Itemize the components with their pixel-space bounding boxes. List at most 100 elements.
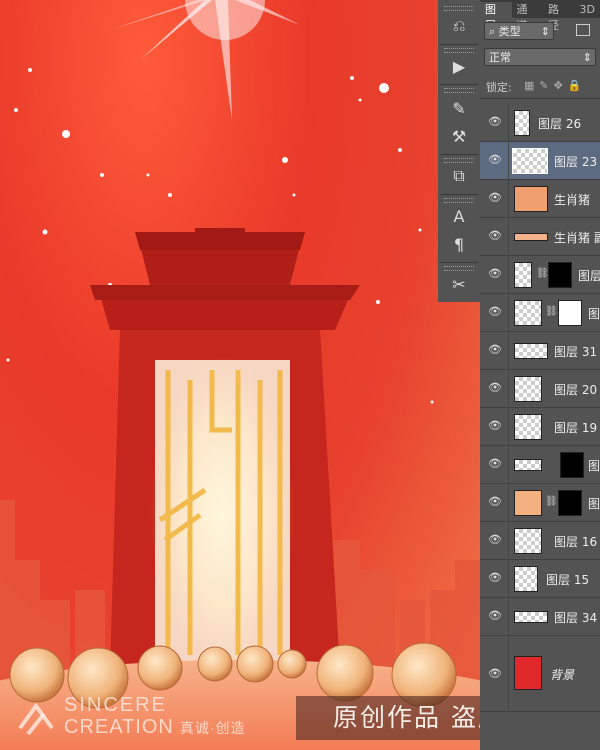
brush-presets-icon[interactable]: ✎ [443, 94, 475, 122]
eye-icon[interactable]: 👁 [488, 268, 502, 280]
layer-thumbnail [512, 148, 548, 174]
eye-icon[interactable]: 👁 [488, 382, 502, 394]
star-burst [110, 0, 300, 120]
panel-grip[interactable] [444, 6, 474, 11]
layer-row[interactable]: 👁 生肖猪 [480, 180, 600, 218]
tab-paths[interactable]: 路径 [543, 2, 575, 32]
tools-panel: ⎌ ▶ ✎ ⚒ ⧉ A ¶ ✂ [438, 0, 481, 302]
layer-row[interactable]: 👁 图层 15 [480, 560, 600, 598]
layer-thumbnail [514, 110, 530, 136]
panel-grip[interactable] [444, 88, 474, 93]
layer-name: 背景 [550, 668, 575, 682]
copyright-banner: 原创作品 盗版必究 [296, 696, 480, 740]
character-icon[interactable]: A [443, 202, 475, 230]
artwork-illustration [0, 0, 480, 750]
blend-row: 正常 ⇕ [484, 48, 596, 68]
eye-icon[interactable]: 👁 [488, 496, 502, 508]
divider [440, 194, 478, 195]
layer-name: 图层 [578, 269, 600, 283]
eye-icon[interactable]: 👁 [488, 610, 502, 622]
layer-thumbnail [514, 611, 548, 623]
layer-thumbnail [514, 490, 542, 516]
eye-icon[interactable]: 👁 [488, 572, 502, 584]
filter-row: ⌕ 类型 ⇕ [484, 22, 596, 42]
divider [440, 44, 478, 45]
link-icon[interactable]: ⛓ [545, 306, 558, 317]
link-icon[interactable]: ⛓ [545, 496, 558, 507]
tab-layers[interactable]: 图层 [480, 2, 512, 32]
eye-icon[interactable]: 👁 [488, 306, 502, 318]
lock-row: 锁定: ▦✎✥🔒 [480, 76, 600, 99]
link-icon[interactable]: ⛓ [536, 268, 549, 279]
filter-kind-select[interactable]: ⌕ 类型 ⇕ [484, 22, 554, 40]
layer-thumbnail [514, 656, 542, 690]
logo-mark-icon [18, 702, 54, 736]
layer-name: 图层 20 [554, 383, 598, 397]
eye-icon[interactable]: 👁 [488, 230, 502, 242]
chevron-down-icon: ⇕ [582, 51, 592, 64]
layer-row[interactable]: 👁 图层 23 [480, 142, 600, 180]
lock-options[interactable]: ▦✎✥🔒 [524, 79, 587, 92]
play-icon[interactable]: ▶ [443, 52, 475, 80]
layer-name: 图层 26 [538, 117, 582, 131]
eye-icon[interactable]: 👁 [488, 154, 502, 166]
layer-thumbnail [514, 566, 538, 592]
search-icon: ⌕ [489, 25, 499, 38]
layer-row[interactable]: 👁 图层 16 [480, 522, 600, 560]
tools-icon[interactable]: ✂ [443, 270, 475, 298]
layer-row[interactable]: 👁 图层 26 [480, 104, 600, 142]
layer-name: 生肖猪 [554, 193, 591, 207]
eye-icon[interactable]: 👁 [488, 116, 502, 128]
layer-name: 图层 34 [554, 611, 598, 625]
tab-3d[interactable]: 3D [575, 2, 600, 18]
eye-icon[interactable]: 👁 [488, 458, 502, 470]
blend-mode-select[interactable]: 正常 ⇕ [484, 48, 596, 66]
paragraph-icon[interactable]: ¶ [443, 230, 475, 258]
layer-mask-thumbnail [558, 300, 582, 326]
layer-name: 生肖猪 副 [554, 231, 600, 245]
divider [440, 84, 478, 85]
panel-tabs: 图层 通道 路径 3D [480, 0, 600, 32]
layer-name: 图 [588, 497, 600, 511]
eye-icon[interactable]: 👁 [488, 344, 502, 356]
brand-line2: CREATION 真诚·创造 [64, 716, 246, 738]
layer-row[interactable]: 👁 图层 34 [480, 598, 600, 636]
brand-line1: SINCERE [64, 694, 167, 716]
layer-thumbnail [514, 459, 542, 471]
layer-row[interactable]: 👁 ⛓ 图 [480, 484, 600, 522]
layer-row[interactable]: 👁 图 [480, 446, 600, 484]
layers-panel: 图层 通道 路径 3D ⌕ 类型⇕ 正常⇕ 锁定: ▦✎✥🔒 👁 图层 26 👁… [480, 0, 600, 750]
layer-name: 图 [588, 307, 600, 321]
eye-icon[interactable]: 👁 [488, 420, 502, 432]
layer-row[interactable]: 👁 图层 31 [480, 332, 600, 370]
layer-thumbnail [514, 262, 532, 288]
layer-row[interactable]: 👁 图层 20 [480, 370, 600, 408]
image-filter-icon[interactable] [576, 24, 590, 36]
tab-channels[interactable]: 通道 [512, 2, 544, 32]
divider [440, 154, 478, 155]
chevron-down-icon: ⇕ [540, 25, 550, 38]
eye-icon[interactable]: 👁 [488, 192, 502, 204]
layer-row[interactable]: 👁 图层 19 [480, 408, 600, 446]
layer-row[interactable]: 👁 ⛓ 图层 [480, 256, 600, 294]
layer-mask-thumbnail [560, 452, 584, 478]
layer-row[interactable]: 👁 背景 [480, 636, 600, 712]
layer-thumbnail [514, 300, 542, 326]
divider [440, 262, 478, 263]
layer-thumbnail [514, 414, 542, 440]
layer-mask-thumbnail [548, 262, 572, 288]
layer-name: 图层 15 [546, 573, 590, 587]
layer-thumbnail [514, 186, 548, 212]
clone-source-icon[interactable]: ⧉ [443, 162, 475, 190]
layer-name: 图层 16 [554, 535, 598, 549]
layer-thumbnail [514, 343, 548, 359]
history-icon[interactable]: ⎌ [443, 12, 475, 40]
layer-thumbnail [514, 376, 542, 402]
layer-row[interactable]: 👁 ⛓ 图 [480, 294, 600, 332]
artwork-canvas[interactable]: SINCERE CREATION真诚·创造 原创作品 盗版必究 [0, 0, 480, 750]
eye-icon[interactable]: 👁 [488, 668, 502, 680]
eye-icon[interactable]: 👁 [488, 534, 502, 546]
layer-mask-thumbnail [558, 490, 582, 516]
tool-presets-icon[interactable]: ⚒ [443, 122, 475, 150]
layer-row[interactable]: 👁 生肖猪 副 [480, 218, 600, 256]
